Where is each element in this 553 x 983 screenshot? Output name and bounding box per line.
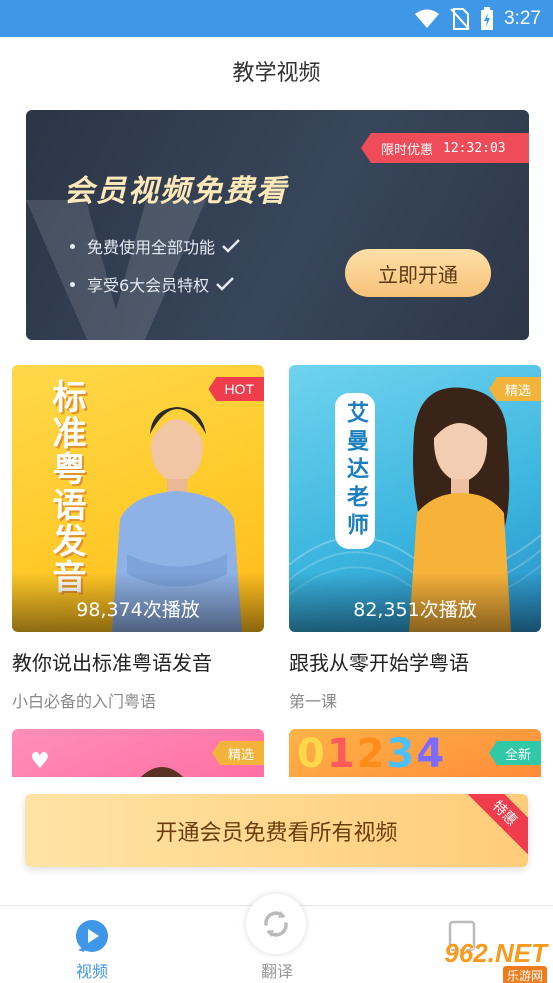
perk-label: 享受6大会员特权: [87, 276, 210, 295]
numbers-artwork: 01234: [297, 731, 446, 777]
featured-badge: 精选: [211, 741, 264, 765]
site-watermark: 962.NET 乐游网: [417, 938, 547, 983]
play-count: 82,351次播放: [289, 572, 541, 632]
video-title[interactable]: 跟我从零开始学粤语: [289, 647, 469, 676]
perk-item: 免费使用全部功能: [70, 234, 241, 258]
hot-badge: HOT: [208, 377, 264, 401]
new-badge: 全新: [488, 741, 541, 765]
ribbon-label: 限时优惠: [381, 142, 434, 158]
digit-2: 2: [356, 731, 387, 777]
perk-label: 免费使用全部功能: [87, 238, 216, 257]
translate-fab[interactable]: [246, 894, 306, 954]
bullet-icon: [70, 243, 75, 249]
thumbnail-overlay-text: 标准粤语发音: [46, 379, 86, 595]
thumbnail-overlay-text: 艾曼达老师: [335, 393, 375, 549]
heart-icon: ♥: [30, 749, 50, 774]
countdown-timer: 12:32:03: [443, 140, 506, 156]
page-title: 教学视频: [232, 61, 321, 86]
video-title[interactable]: 教你说出标准粤语发音: [12, 647, 212, 676]
banner-headline: 会员视频免费看: [64, 174, 288, 209]
featured-badge: 精选: [488, 377, 541, 401]
battery-charging-icon: [480, 6, 494, 31]
bullet-icon: [70, 281, 75, 287]
check-icon: [222, 239, 240, 253]
v-watermark-icon: [26, 200, 206, 340]
play-circle-icon: [76, 920, 108, 952]
digit-1: 1: [326, 731, 357, 777]
no-sim-icon: [450, 7, 470, 30]
nav-tab-label: 视频: [75, 962, 108, 981]
watermark-text: 乐游网: [502, 966, 547, 983]
teacher-photo: [141, 767, 183, 777]
nav-tab-translate[interactable]: 翻译: [217, 894, 337, 983]
clock: 3:27: [504, 7, 541, 29]
video-thumbnail[interactable]: 标准粤语发音 HOT 98,374次播放: [12, 365, 264, 632]
perk-item: 享受6大会员特权: [70, 272, 235, 296]
status-bar: 3:27: [0, 0, 553, 37]
watermark-logo: 962.NET: [444, 938, 547, 968]
membership-promo-button[interactable]: 开通会员免费看所有视频 特惠: [25, 794, 528, 867]
nav-tab-video[interactable]: 视频: [32, 906, 152, 983]
status-icons: 3:27: [414, 0, 541, 37]
video-thumbnail[interactable]: 艾曼达老师 精选 82,351次播放: [289, 365, 541, 632]
wifi-icon: [414, 9, 440, 29]
digit-3: 3: [386, 731, 417, 777]
open-membership-button[interactable]: 立即开通: [345, 249, 491, 297]
refresh-icon: [264, 911, 288, 937]
limited-offer-ribbon: 限时优惠 12:32:03: [361, 133, 529, 163]
nav-tab-label: 翻译: [260, 962, 293, 981]
play-count: 98,374次播放: [12, 572, 264, 632]
video-card-partial[interactable]: 01234 全新: [289, 729, 541, 777]
digit-4: 4: [416, 731, 447, 777]
membership-banner[interactable]: 限时优惠 12:32:03 会员视频免费看 免费使用全部功能 享受6大会员特权 …: [26, 110, 529, 340]
video-subtitle: 第一课: [289, 692, 338, 711]
check-icon: [216, 277, 235, 291]
video-subtitle: 小白必备的入门粤语: [12, 692, 157, 711]
video-card-partial[interactable]: ♥ 精选: [12, 729, 264, 777]
promo-label: 开通会员免费看所有视频: [155, 820, 398, 846]
digit-0: 0: [297, 731, 327, 777]
